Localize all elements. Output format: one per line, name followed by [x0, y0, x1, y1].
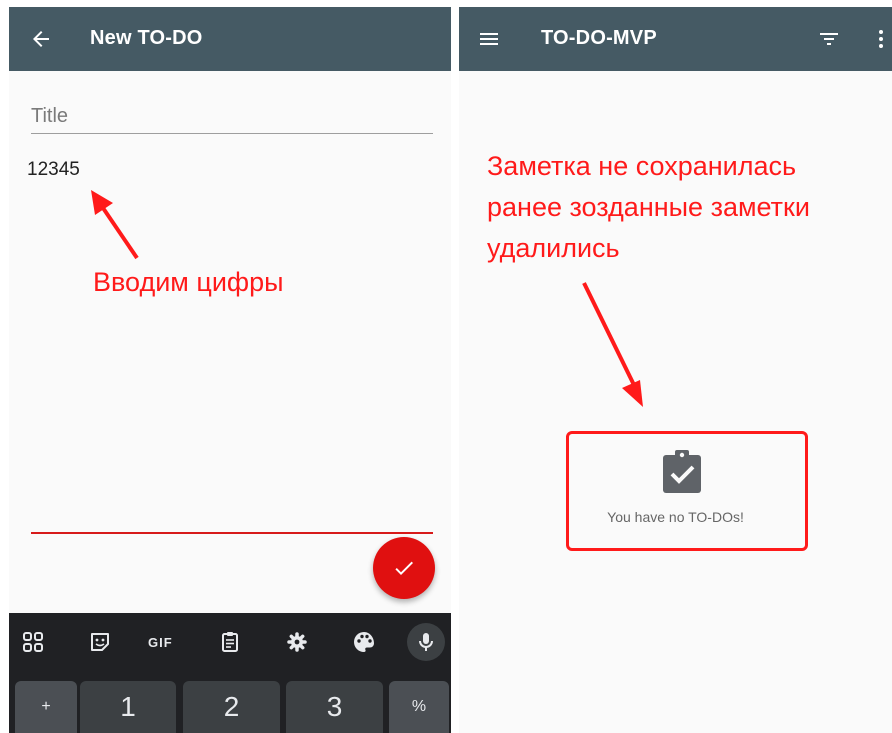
key-2[interactable]: 2 — [183, 681, 280, 733]
app-bar-title: TO-DO-MVP — [541, 27, 657, 49]
description-input[interactable]: 12345 — [27, 159, 80, 181]
app-bar: TO-DO-MVP — [459, 7, 892, 71]
clipboard-check-icon — [663, 450, 701, 493]
annotation-arrow — [582, 282, 643, 407]
key-1[interactable]: 1 — [80, 681, 176, 733]
empty-state-text: You have no TO-DOs! — [607, 509, 744, 525]
annotation-line-3: удалились — [487, 233, 620, 263]
sticker-icon[interactable] — [87, 629, 113, 655]
title-input[interactable]: Title — [31, 105, 68, 128]
annotation-arrow — [91, 190, 139, 260]
voice-input-button[interactable] — [407, 623, 445, 661]
gif-button[interactable]: GIF — [148, 635, 173, 650]
key-3[interactable]: 3 — [286, 681, 383, 733]
key-plus[interactable]: + — [15, 681, 77, 733]
description-input-underline — [31, 532, 433, 534]
app-bar-title: New TO-DO — [90, 27, 203, 49]
save-todo-button[interactable] — [373, 537, 435, 599]
key-percent[interactable]: % — [389, 681, 449, 733]
keyboard: GIF + 1 2 3 % — [9, 613, 451, 733]
app-bar: New TO-DO — [9, 7, 451, 71]
annotation-label: Вводим цифры — [93, 267, 284, 297]
mic-icon — [419, 633, 433, 651]
annotation-line-2: ранее зозданные заметки — [487, 192, 810, 222]
todo-list-screen: TO-DO-MVP Заметка не сохранилась ранее з… — [459, 7, 892, 733]
settings-icon[interactable] — [284, 629, 310, 655]
new-todo-screen: New TO-DO Title 12345 Вводим цифры GIF +… — [9, 7, 451, 733]
palette-icon[interactable] — [351, 629, 377, 655]
clipboard-icon[interactable] — [217, 629, 243, 655]
arrow-back-icon[interactable] — [29, 27, 53, 51]
title-input-underline — [31, 133, 433, 134]
check-icon — [395, 561, 413, 575]
menu-icon[interactable] — [477, 27, 501, 51]
annotation-line-1: Заметка не сохранилась — [487, 151, 797, 181]
apps-grid-icon[interactable] — [20, 629, 46, 655]
more-vert-icon[interactable] — [869, 27, 892, 51]
filter-icon[interactable] — [817, 27, 841, 51]
